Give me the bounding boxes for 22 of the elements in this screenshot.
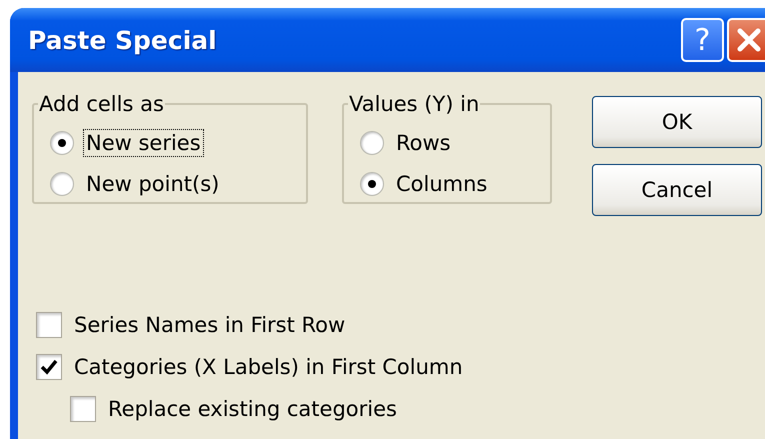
radio-button[interactable] [360, 130, 384, 154]
radio-label[interactable]: Columns [393, 170, 490, 198]
radio-button[interactable] [50, 172, 74, 196]
radio-label[interactable]: New point(s) [83, 170, 222, 198]
checkbox[interactable] [36, 312, 62, 338]
check-icon [40, 359, 58, 375]
close-button[interactable] [727, 18, 765, 62]
radio-label[interactable]: New series [83, 128, 204, 156]
checkbox-label[interactable]: Series Names in First Row [74, 313, 346, 337]
radio-button[interactable] [50, 130, 74, 154]
radio-button[interactable] [360, 172, 384, 196]
ok-button[interactable]: OK [592, 96, 762, 148]
checkbox[interactable] [36, 354, 62, 380]
checkbox-label[interactable]: Categories (X Labels) in First Column [74, 355, 463, 379]
checkbox-label[interactable]: Replace existing categories [108, 397, 397, 421]
help-button[interactable]: ? [681, 18, 724, 62]
cancel-button[interactable]: Cancel [592, 164, 762, 216]
group-title: Add cells as [38, 92, 165, 116]
checkbox[interactable] [70, 396, 96, 422]
radio-label[interactable]: Rows [393, 128, 454, 156]
window-title: Paste Special [28, 26, 218, 54]
group-title: Values (Y) in [348, 92, 480, 116]
